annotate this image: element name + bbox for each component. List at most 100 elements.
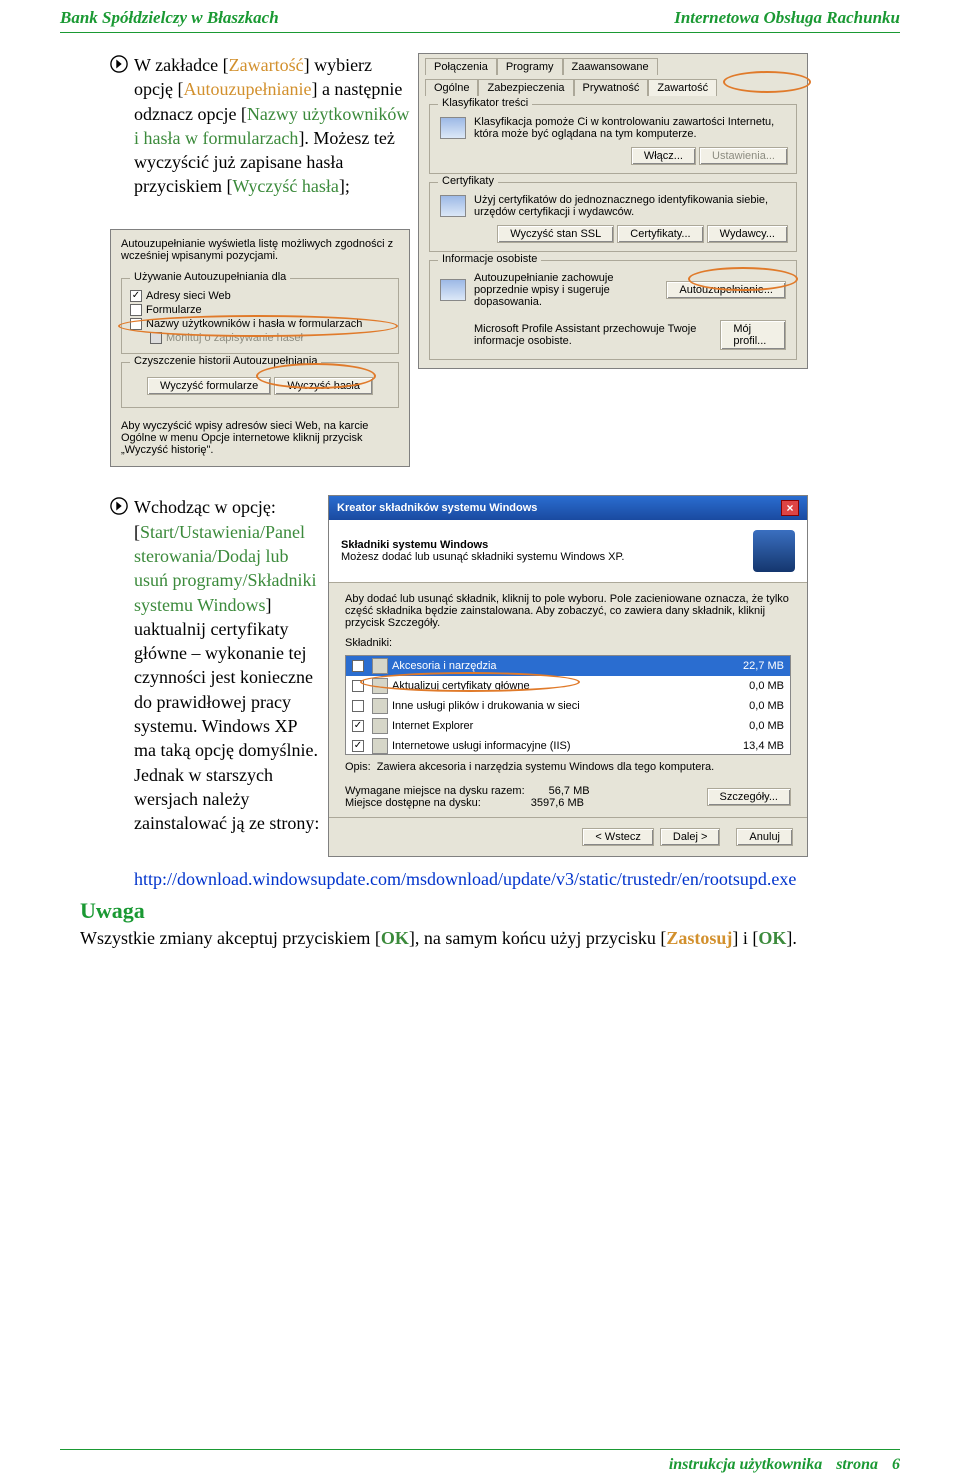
component-size: 0,0 MB [749,720,784,732]
intro-text: Autouzupełnianie wyświetla listę możliwy… [111,230,409,270]
group-text: Microsoft Profile Assistant przechowuje … [474,323,712,347]
component-name: Aktualizuj certyfikaty główne [392,680,530,692]
component-row[interactable]: Inne usługi plików i drukowania w sieci0… [346,696,790,716]
clear-passwords-button[interactable]: Wyczyść hasła [274,377,373,395]
banner-title: Składniki systemu Windows [341,539,743,551]
tab-programy[interactable]: Programy [497,58,563,75]
wizard-footer: < Wstecz Dalej > Anuluj [329,817,807,856]
clear-forms-button[interactable]: Wyczyść formularze [147,377,271,395]
component-row[interactable]: ✓ Akcesoria i narzędzia 22,7 MB [346,656,790,676]
group-use-autocomplete: Używanie Autouzupełniania dla ✓Adresy si… [121,278,399,354]
tab-row-top: PołączeniaProgramyZaawansowane [419,54,807,75]
autocomplete-settings-window: Autouzupełnianie wyświetla listę możliwy… [110,229,410,467]
page-header: Bank Spółdzielczy w Błaszkach Internetow… [0,0,960,32]
component-icon [372,738,388,754]
components-label: Składniki: [345,637,791,649]
footer-page-number: 6 [892,1456,900,1474]
group-content-advisor: Klasyfikator treści Klasyfikacja pomoże … [429,104,797,174]
group-certificates: Certyfikaty Użyj certyfikatów do jednozn… [429,182,797,252]
footer-doc-title: instrukcja użytkownika [669,1456,822,1474]
note-text: Aby wyczyścić wpisy adresów sieci Web, n… [111,416,409,466]
available-space-value: 3597,6 MB [531,797,584,809]
close-icon[interactable]: × [781,500,799,516]
component-size: 13,4 MB [743,740,784,752]
checkbox-label: Formularze [146,304,202,316]
window-title: Kreator składników systemu Windows [337,502,537,514]
checkbox-label: Monituj o zapisywanie haseł [166,332,303,344]
back-button[interactable]: < Wstecz [582,828,654,846]
title-bar: Kreator składników systemu Windows × [329,496,807,520]
header-right: Internetowa Obsługa Rachunku [674,8,900,28]
header-left: Bank Spółdzielczy w Błaszkach [60,8,279,28]
autofill-icon [440,279,466,301]
clear-ssl-button[interactable]: Wyczyść stan SSL [497,225,614,243]
footer-page-label: strona [836,1456,878,1474]
checkbox[interactable]: ✓ [352,660,364,672]
component-size: 22,7 MB [743,660,784,672]
component-name: Internetowe usługi informacyjne (IIS) [392,740,571,752]
group-title: Informacje osobiste [438,253,541,265]
tab-prywatność[interactable]: Prywatność [574,79,649,96]
enable-button[interactable]: Włącz... [631,147,696,165]
group-text: Użyj certyfikatów do jednoznacznego iden… [474,194,786,218]
cert-icon [440,195,466,217]
certificates-button[interactable]: Certyfikaty... [617,225,703,243]
tab-zabezpieczenia[interactable]: Zabezpieczenia [478,79,573,96]
publishers-button[interactable]: Wydawcy... [707,225,788,243]
opis-label: Opis: [345,761,371,773]
settings-button[interactable]: Ustawienia... [699,147,788,165]
checkbox[interactable] [352,700,364,712]
checkbox[interactable] [150,332,162,344]
autocomplete-button[interactable]: Autouzupełnianie... [666,281,786,299]
highlight-zawartosc [723,71,811,93]
page-footer: instrukcja użytkownika strona 6 [0,1449,960,1474]
banner-subtitle: Możesz dodać lub usunąć składniki system… [341,551,743,563]
component-icon [372,718,388,734]
checkbox-label: Nazwy użytkowników i hasła w formularzac… [146,318,362,330]
checkbox[interactable]: ✓ [352,720,364,732]
checkbox[interactable]: ✓ [130,290,142,302]
component-name: Internet Explorer [392,720,473,732]
available-space-label: Miejsce dostępne na dysku: [345,797,481,809]
component-row[interactable]: Aktualizuj certyfikaty główne 0,0 MB [346,676,790,696]
tab-zawartość[interactable]: Zawartość [648,79,717,96]
bullet-1-text: W zakładce [Zawartość] wybierz opcję [Au… [134,53,410,199]
wizard-instructions: Aby dodać lub usunąć składnik, kliknij t… [345,593,791,629]
uwaga-heading: Uwaga [80,898,900,924]
required-space-label: Wymagane miejsce na dysku razem: [345,785,525,797]
checkbox-label: Adresy sieci Web [146,290,231,302]
component-name: Akcesoria i narzędzia [392,660,497,672]
component-icon [372,658,388,674]
checkbox[interactable]: ✓ [352,740,364,752]
component-size: 0,0 MB [749,680,784,692]
details-button[interactable]: Szczegóły... [707,788,792,806]
download-link[interactable]: http://download.windowsupdate.com/msdown… [134,867,900,891]
group-clear-history: Czyszczenie historii Autouzupełniania Wy… [121,362,399,408]
checkbox[interactable] [130,304,142,316]
tab-połączenia[interactable]: Połączenia [425,58,497,75]
tab-ogólne[interactable]: Ogólne [425,79,478,96]
component-row[interactable]: ✓ Internet Explorer 0,0 MB [346,716,790,736]
component-size: 0,0 MB [749,700,784,712]
checkbox[interactable] [130,318,142,330]
group-personal-info: Informacje osobiste Autouzupełnianie zac… [429,260,797,360]
group-title: Klasyfikator treści [438,97,532,109]
component-icon [372,678,388,694]
group-title: Czyszczenie historii Autouzupełniania [130,355,321,367]
footer-rule [60,1449,900,1450]
checkbox[interactable] [352,680,364,692]
group-title: Używanie Autouzupełniania dla [130,271,290,283]
next-button[interactable]: Dalej > [660,828,721,846]
cancel-button[interactable]: Anuluj [736,828,793,846]
my-profile-button[interactable]: Mój profil... [720,320,786,350]
header-rule [60,32,900,33]
required-space-value: 56,7 MB [549,785,590,797]
wizard-icon [753,530,795,572]
group-text: Klasyfikacja pomoże Ci w kontrolowaniu z… [474,116,786,140]
tab-zaawansowane[interactable]: Zaawansowane [563,58,658,75]
group-title: Certyfikaty [438,175,498,187]
bullet-2-text: Wchodząc w opcję: [Start/Ustawienia/Pane… [134,495,320,835]
components-list[interactable]: ✓ Akcesoria i narzędzia 22,7 MB Aktualizuj … [345,655,791,755]
wizard-banner: Składniki systemu Windows Możesz dodać l… [329,520,807,583]
component-row[interactable]: ✓ Internetowe usługi informacyjne (IIS) 13… [346,736,790,755]
